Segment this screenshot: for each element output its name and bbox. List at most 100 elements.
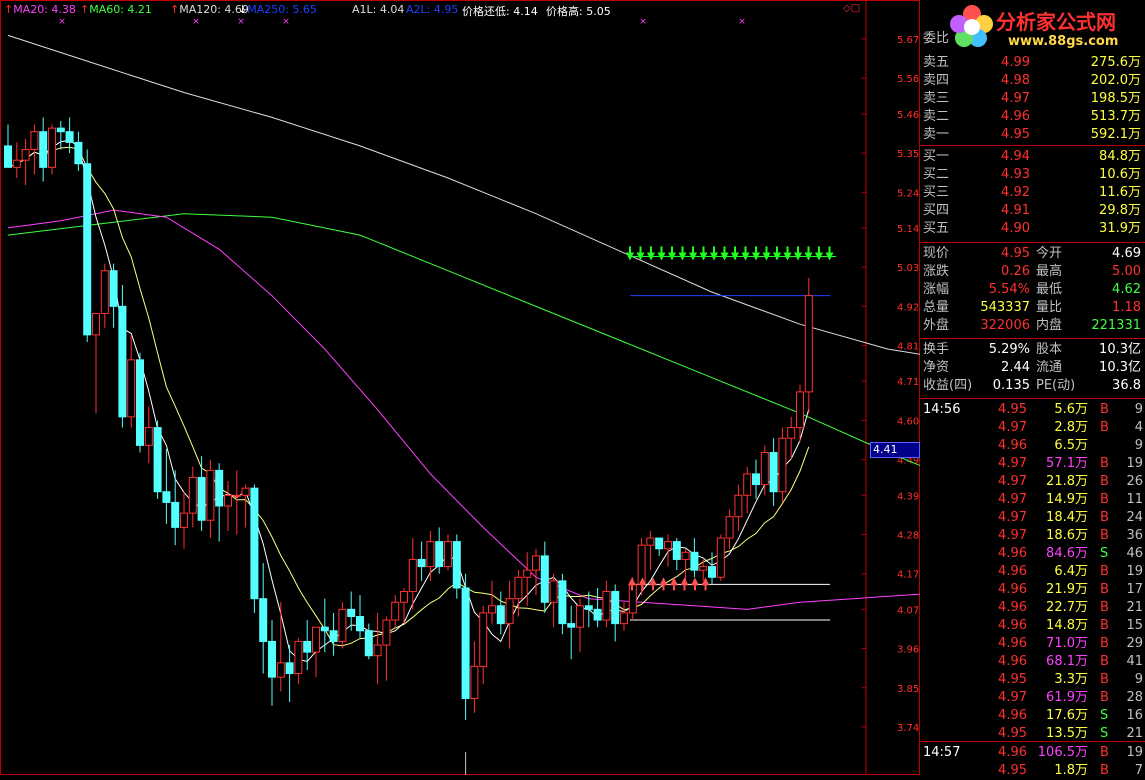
candle-body bbox=[127, 359, 136, 418]
tick-side: B bbox=[1100, 618, 1109, 633]
candle-body bbox=[769, 452, 778, 493]
ask-volume: 202.0万 bbox=[1090, 73, 1141, 88]
trend-arrow-icon: ↑ bbox=[4, 3, 14, 16]
stat2-row: 收益(四) 0.135 PE(动) 36.8 bbox=[920, 377, 1145, 395]
buy-signal-arrow-icon bbox=[670, 577, 678, 586]
kline-chart[interactable]: 5.675.565.465.355.245.145.034.924.814.71… bbox=[0, 0, 920, 775]
stat-value: 221331 bbox=[1091, 318, 1141, 333]
candle-body bbox=[109, 270, 118, 307]
candle-body bbox=[30, 131, 39, 151]
ratio-label: 委比 bbox=[923, 31, 950, 46]
stat-label: 总量 bbox=[923, 300, 950, 315]
header-indicator-0: ↑MA20: 4.38 bbox=[4, 3, 76, 16]
tick-price: 4.95 bbox=[998, 763, 1027, 778]
tick-row: 4.97 61.9万 B 28 bbox=[920, 689, 1145, 707]
candle-body bbox=[444, 541, 452, 568]
tick-side: B bbox=[1100, 510, 1109, 525]
tick-volume: 21.8万 bbox=[1046, 474, 1088, 489]
candle-body bbox=[470, 665, 479, 699]
stat-value: 2.44 bbox=[1001, 360, 1030, 375]
stat-label: 内盘 bbox=[1036, 318, 1063, 333]
tick-side: B bbox=[1100, 420, 1109, 435]
tick-row: 4.96 6.5万 9 bbox=[920, 437, 1145, 455]
candle-body bbox=[549, 580, 558, 603]
buy-signal-arrow-icon bbox=[680, 577, 689, 586]
stat-row: 总量 543337 量比 1.18 bbox=[920, 299, 1145, 317]
candle-body bbox=[329, 630, 338, 642]
candle-body bbox=[611, 591, 620, 625]
candle-body bbox=[523, 569, 532, 578]
stat-label: 流通 bbox=[1036, 360, 1063, 375]
trend-arrow-icon: ↑ bbox=[170, 3, 180, 16]
stat-value: 4.69 bbox=[1112, 246, 1141, 261]
signal-marker-icon: × bbox=[282, 17, 290, 27]
candle-body bbox=[452, 541, 461, 589]
signal-marker-icon: × bbox=[738, 17, 746, 27]
tick-row: 4.96 84.6万 S 46 bbox=[920, 545, 1145, 563]
ask-price: 4.95 bbox=[1001, 127, 1030, 142]
stat2-row: 换手 5.29% 股本 10.3亿 bbox=[920, 341, 1145, 359]
tick-price: 4.97 bbox=[998, 474, 1027, 489]
y-tick-label: 4.60 bbox=[897, 416, 919, 427]
candle-body bbox=[708, 566, 716, 578]
tick-row: 4.97 57.1万 B 19 bbox=[920, 455, 1145, 473]
candle-body bbox=[743, 473, 752, 496]
bid-row: 买三 4.92 11.6万 bbox=[920, 184, 1145, 202]
candle-body bbox=[224, 494, 232, 507]
candle-body bbox=[426, 541, 435, 568]
candle-body bbox=[646, 537, 655, 546]
tick-count: 19 bbox=[1126, 745, 1143, 760]
candle-body bbox=[188, 476, 197, 514]
tick-side: B bbox=[1100, 672, 1109, 687]
candle-body bbox=[162, 491, 171, 503]
stat-value: 36.8 bbox=[1112, 378, 1141, 393]
stat-row: 涨幅 5.54% 最低 4.62 bbox=[920, 281, 1145, 299]
candle-body bbox=[567, 623, 576, 628]
tick-side: B bbox=[1100, 636, 1109, 651]
tick-row: 4.96 21.9万 B 17 bbox=[920, 581, 1145, 599]
bid-price: 4.94 bbox=[1001, 149, 1030, 164]
tick-price: 4.96 bbox=[998, 654, 1027, 669]
chart-corner-icon[interactable]: ◇□ bbox=[843, 3, 860, 14]
stat-label: 涨幅 bbox=[923, 282, 950, 297]
bid-volume: 29.8万 bbox=[1099, 203, 1141, 218]
candle-body bbox=[171, 501, 180, 528]
ma120-line bbox=[7, 34, 920, 355]
bid-row: 买五 4.90 31.9万 bbox=[920, 220, 1145, 238]
tick-volume: 14.8万 bbox=[1046, 618, 1088, 633]
bid-volume: 10.6万 bbox=[1099, 167, 1141, 182]
candle-body bbox=[65, 131, 74, 143]
candle-body bbox=[752, 473, 760, 486]
candle-body bbox=[461, 587, 470, 699]
candle-body bbox=[180, 512, 188, 528]
tick-count: 11 bbox=[1126, 492, 1143, 507]
ask-row: 卖四 4.98 202.0万 bbox=[920, 72, 1145, 90]
ask-row: 卖一 4.95 592.1万 bbox=[920, 126, 1145, 144]
panel-divider bbox=[920, 338, 1145, 339]
tick-price: 4.97 bbox=[998, 510, 1027, 525]
header-indicator-4: A1L: 4.04 bbox=[352, 3, 404, 16]
ma20-line bbox=[7, 209, 920, 610]
tick-volume: 61.9万 bbox=[1046, 690, 1088, 705]
tick-price: 4.96 bbox=[998, 546, 1027, 561]
stat-label: 换手 bbox=[923, 342, 950, 357]
tick-side: B bbox=[1100, 402, 1109, 417]
candle-body bbox=[496, 605, 505, 625]
bid-price: 4.93 bbox=[1001, 167, 1030, 182]
header-indicator-label: MA20: 4.38 bbox=[13, 3, 76, 16]
candle-body bbox=[655, 537, 664, 550]
candle-body bbox=[276, 662, 285, 678]
stat-value: 0.26 bbox=[1001, 264, 1030, 279]
buy-signal-arrow-icon bbox=[628, 577, 636, 586]
stat-label: 量比 bbox=[1036, 300, 1063, 315]
y-tick-label: 5.35 bbox=[897, 149, 919, 160]
tick-volume: 84.6万 bbox=[1046, 546, 1088, 561]
candle-body bbox=[294, 640, 303, 675]
stat-row: 外盘 322006 内盘 221331 bbox=[920, 317, 1145, 335]
candle-body bbox=[268, 640, 276, 678]
stat-value: 0.135 bbox=[992, 378, 1030, 393]
tick-count: 46 bbox=[1126, 546, 1143, 561]
tick-count: 7 bbox=[1134, 763, 1143, 778]
ask-price: 4.98 bbox=[1001, 73, 1030, 88]
tick-price: 4.95 bbox=[998, 672, 1027, 687]
